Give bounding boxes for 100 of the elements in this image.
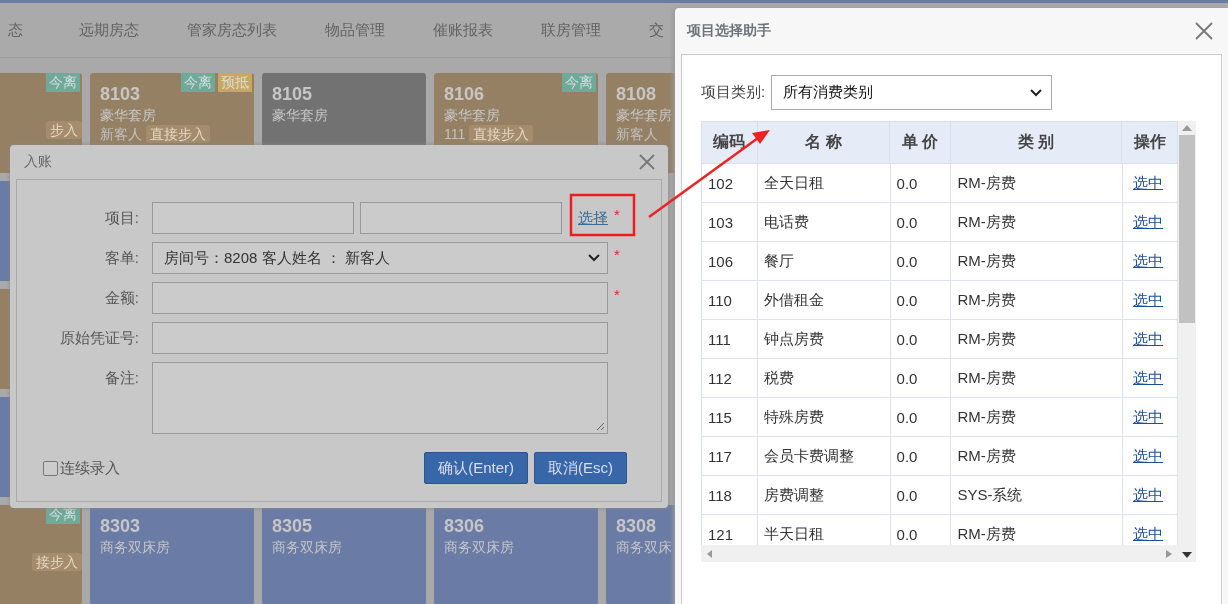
table-cell: 117	[702, 437, 758, 475]
select-link[interactable]: 选择	[578, 202, 608, 234]
room-card[interactable]: 8303 商务双床房	[90, 505, 254, 604]
room-type: 商务双床房	[100, 538, 170, 557]
highlight-box	[569, 193, 636, 237]
table-cell: RM-房费	[951, 203, 1124, 241]
select-link[interactable]: 选中	[1133, 524, 1164, 544]
room-number: 8303	[100, 515, 141, 537]
select-link[interactable]: 选中	[1133, 407, 1164, 427]
table-cell: 0.0	[890, 281, 952, 319]
table-cell: RM-房费	[951, 164, 1124, 202]
field-label: 金额:	[103, 288, 140, 308]
room-type: 商务双床房	[272, 538, 342, 557]
table-cell: 钟点房费	[757, 320, 891, 358]
table-cell: RM-房费	[951, 320, 1124, 358]
table-cell: 电话费	[757, 203, 891, 241]
room-card[interactable]: 8306 商务双床房	[434, 505, 598, 604]
room-number: 8106	[444, 83, 485, 105]
room-card[interactable]: 今离 接步入	[0, 505, 82, 604]
field-label: 项目类别:	[701, 83, 766, 102]
column-header: 操作	[1132, 132, 1167, 152]
room-card[interactable]: 8305 商务双床房	[262, 505, 426, 604]
input-field[interactable]	[360, 202, 562, 234]
resize-grip-icon[interactable]	[595, 421, 605, 431]
source-tag: 步入	[46, 121, 82, 139]
remarks-field[interactable]	[152, 362, 608, 434]
room-number: 8308	[616, 515, 657, 537]
close-button[interactable]	[1194, 21, 1214, 41]
select-link[interactable]: 选中	[1133, 251, 1164, 271]
input-field[interactable]	[152, 282, 608, 314]
table-cell: 111	[702, 320, 758, 358]
table-cell: 特殊房费	[757, 398, 891, 436]
column-header: 类 别	[950, 122, 1123, 163]
field-label: 备注:	[103, 368, 140, 388]
select-link[interactable]: 选中	[1133, 446, 1164, 466]
select-link[interactable]: 选中	[1133, 173, 1164, 193]
table-cell: 115	[702, 398, 758, 436]
status-badge: 预抵	[218, 73, 252, 92]
dialog-button[interactable]: 取消(Esc)	[534, 452, 627, 484]
table-cell: 0.0	[890, 398, 952, 436]
scroll-right-icon[interactable]	[1166, 549, 1172, 558]
nav-tab[interactable]: 联房管理	[517, 20, 625, 40]
select-link[interactable]: 选中	[1133, 212, 1164, 232]
category-select[interactable]: 所有消费类别	[771, 75, 1053, 110]
table-cell: 0.0	[890, 164, 952, 202]
scroll-down-icon[interactable]	[1182, 552, 1192, 558]
guest-name: 新客人	[100, 125, 142, 143]
room-type: 豪华套房	[100, 106, 156, 125]
chevron-down-icon	[1029, 87, 1044, 98]
vertical-scrollbar[interactable]	[1178, 121, 1196, 562]
table-cell: 0.0	[890, 476, 952, 514]
table-cell: 外借租金	[757, 281, 891, 319]
table-cell: 税费	[757, 359, 891, 397]
required-mark: *	[614, 205, 620, 225]
select-link[interactable]: 选中	[1133, 485, 1164, 505]
select-link[interactable]: 选中	[1133, 290, 1164, 310]
room-number: 8108	[616, 83, 657, 105]
horizontal-scrollbar[interactable]	[701, 545, 1178, 562]
room-number: 8305	[272, 515, 313, 537]
close-button[interactable]	[638, 153, 656, 171]
table-cell: 会员卡费调整	[757, 437, 891, 475]
room-type: 豪华套房	[616, 106, 672, 125]
column-header: 单 价	[890, 122, 951, 163]
input-field[interactable]	[152, 322, 608, 354]
room-type: 豪华套房	[272, 106, 328, 125]
source-tag: 直接步入	[469, 125, 534, 143]
nav-tab[interactable]: 远期房态	[55, 20, 163, 40]
table-cell: 102	[702, 164, 758, 202]
nav-tab[interactable]: 态	[0, 20, 55, 40]
room-number: 8105	[272, 83, 313, 105]
field-label: 原始凭证号:	[58, 328, 140, 348]
dialog-title: 入账	[24, 153, 52, 171]
nav-tab[interactable]: 催账报表	[409, 20, 517, 40]
scroll-left-icon[interactable]	[707, 549, 713, 558]
room-number: 8103	[100, 83, 141, 105]
status-badge: 今离	[562, 73, 596, 92]
nav-tab[interactable]: 物品管理	[301, 20, 409, 40]
table-cell: 0.0	[890, 320, 952, 358]
table-cell: 房费调整	[757, 476, 891, 514]
select-link[interactable]: 选中	[1133, 368, 1164, 388]
table-cell: RM-房费	[951, 281, 1124, 319]
scroll-up-icon[interactable]	[1182, 125, 1192, 131]
dialog-button[interactable]: 确认(Enter)	[424, 452, 528, 484]
table-cell: 112	[702, 359, 758, 397]
table-cell: 0.0	[890, 203, 952, 241]
required-mark: *	[614, 245, 620, 265]
table-cell: 103	[702, 203, 758, 241]
guest-name: 新客人	[616, 125, 658, 143]
select-link[interactable]: 选中	[1133, 329, 1164, 349]
table-cell: 118	[702, 476, 758, 514]
dialog-title: 项目选择助手	[687, 22, 771, 40]
status-badge: 今离	[46, 73, 80, 92]
table-cell: 106	[702, 242, 758, 280]
continuous-checkbox[interactable]: 连续录入	[43, 458, 120, 478]
nav-tab[interactable]: 管家房态列表	[163, 20, 301, 40]
order-select[interactable]: 房间号：8208 客人姓名 ： 新客人	[152, 242, 608, 274]
table-cell: 0.0	[890, 359, 952, 397]
source-tag: 直接步入	[146, 125, 210, 143]
required-mark: *	[614, 285, 620, 305]
input-field[interactable]	[152, 202, 354, 234]
